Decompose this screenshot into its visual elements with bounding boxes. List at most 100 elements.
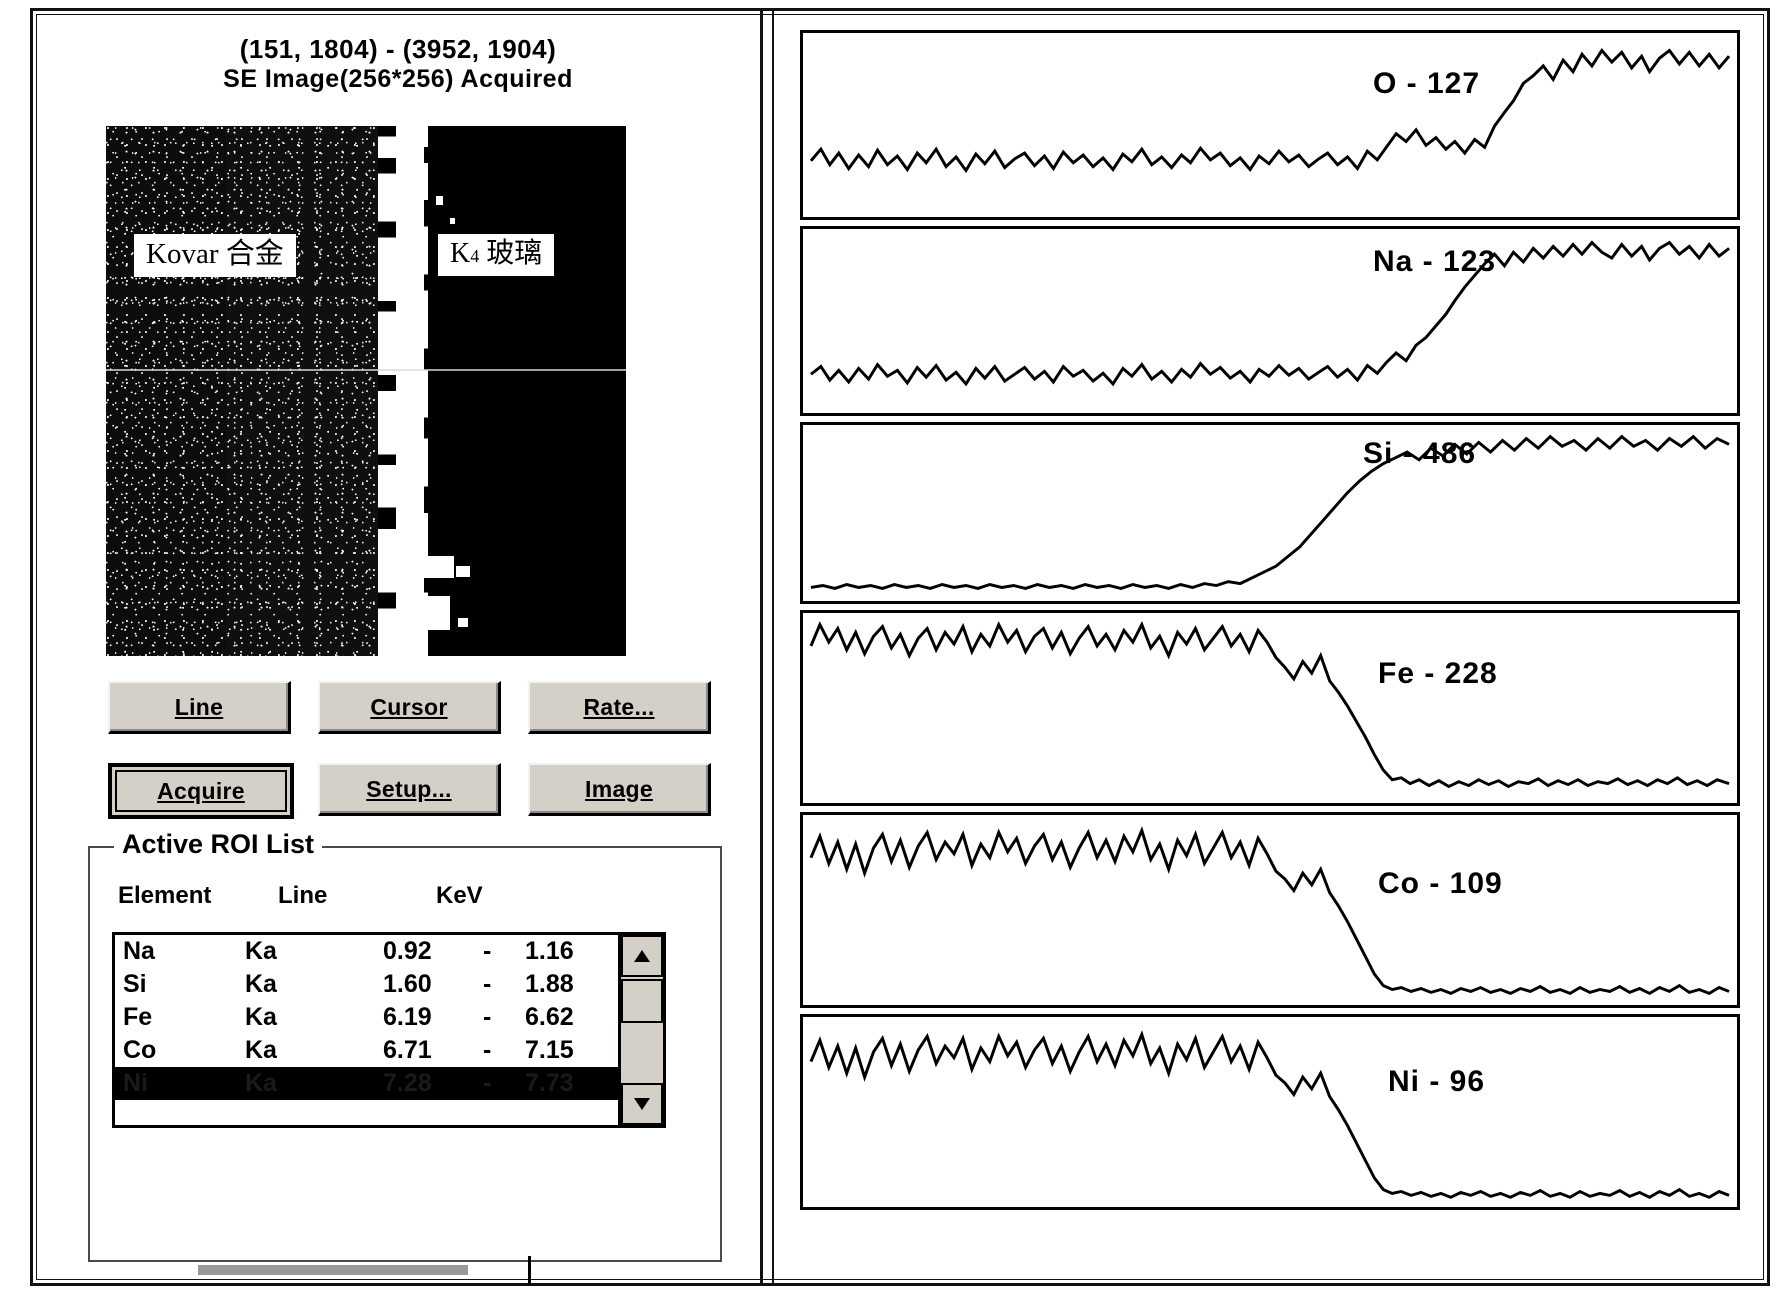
sem-speck <box>450 218 455 224</box>
triangle-down-glyph <box>634 1098 650 1110</box>
dialog-title-line2: SE Image(256*256) Acquired <box>223 64 573 93</box>
profile-na-label: Na - 123 <box>1373 245 1497 278</box>
panel-divider-left <box>760 8 763 1286</box>
profile-si[interactable]: Si - 486 <box>800 422 1740 604</box>
roi-scrollbar[interactable] <box>618 935 663 1125</box>
sem-speck <box>456 566 470 577</box>
profile-si-trace <box>810 434 1730 590</box>
row-line: Ka <box>245 970 277 998</box>
row-element: Na <box>123 937 155 965</box>
row-kev-high: 7.15 <box>525 1036 574 1064</box>
sem-image-panel[interactable]: Kovar 合金 K4 玻璃 <box>106 126 626 656</box>
acquire-button-label: Acquire <box>157 777 245 804</box>
row-kev-high: 6.62 <box>525 1003 574 1031</box>
sem-speck <box>436 196 443 205</box>
dialog-title: (151, 1804) - (3952, 1904) SE Image(256*… <box>48 34 748 94</box>
row-element: Ni <box>123 1069 148 1097</box>
column-header-element: Element <box>118 882 212 909</box>
sem-label-glass-prefix: K <box>450 238 471 269</box>
button-row-2: Acquire Setup... Image <box>102 763 711 821</box>
acquisition-dialog: (151, 1804) - (3952, 1904) SE Image(256*… <box>48 18 748 1284</box>
sem-label-glass-suffix: 玻璃 <box>479 238 543 269</box>
line-button[interactable]: Line <box>108 681 291 734</box>
sem-interface-band <box>378 126 444 656</box>
profile-na[interactable]: Na - 123 <box>800 226 1740 416</box>
row-kev-high: 1.16 <box>525 937 574 965</box>
sem-speck <box>458 618 468 627</box>
profile-o[interactable]: O - 127 <box>800 30 1740 220</box>
line-profile-panel: O - 127 Na - 123 Si - 486 Fe - 228 Co - … <box>800 30 1740 1270</box>
sem-speck <box>402 530 420 544</box>
sem-label-kovar: Kovar 合金 <box>134 234 296 277</box>
cursor-button-label: Cursor <box>370 693 448 720</box>
profile-fe-trace <box>809 620 1730 789</box>
row-dash: - <box>483 1069 492 1097</box>
rate-button[interactable]: Rate... <box>528 681 711 734</box>
acquire-button[interactable]: Acquire <box>108 763 294 819</box>
sem-dark-region <box>106 126 226 656</box>
sem-speck <box>406 596 450 630</box>
row-dash: - <box>483 970 492 998</box>
column-header-kev: KeV <box>436 882 483 909</box>
setup-button[interactable]: Setup... <box>318 763 501 816</box>
dialog-title-line1: (151, 1804) - (3952, 1904) <box>239 34 557 64</box>
profile-fe-label: Fe - 228 <box>1378 657 1498 690</box>
row-dash: - <box>483 1036 492 1064</box>
row-kev-low: 0.92 <box>383 937 432 965</box>
profile-na-trace <box>810 240 1730 387</box>
group-title: Active ROI List <box>114 829 323 860</box>
row-element: Co <box>123 1036 157 1064</box>
screenshot-root: (151, 1804) - (3952, 1904) SE Image(256*… <box>0 0 1792 1296</box>
active-roi-list-group: Active ROI List Element Line KeV Na Ka 0… <box>88 829 722 1262</box>
image-button[interactable]: Image <box>528 763 711 816</box>
column-header-line: Line <box>278 882 328 909</box>
row-kev-low: 6.19 <box>383 1003 432 1031</box>
profile-co[interactable]: Co - 109 <box>800 812 1740 1008</box>
profile-si-label: Si - 486 <box>1363 437 1477 470</box>
triangle-up-glyph <box>634 950 650 962</box>
row-kev-low: 1.60 <box>383 970 432 998</box>
table-row-selected[interactable]: Ni Ka 7.28 - 7.73 <box>115 1067 663 1100</box>
roi-column-headers: Element Line KeV <box>118 882 678 916</box>
profile-o-label: O - 127 <box>1373 67 1481 100</box>
row-line: Ka <box>245 1069 277 1097</box>
rate-button-label: Rate... <box>583 693 655 720</box>
row-kev-high: 1.88 <box>525 970 574 998</box>
scrollbar-thumb[interactable] <box>621 979 663 1023</box>
table-row[interactable]: Fe Ka 6.19 - 6.62 <box>115 1001 663 1034</box>
profile-co-label: Co - 109 <box>1378 867 1503 900</box>
row-dash: - <box>483 1003 492 1031</box>
line-button-label: Line <box>174 693 224 720</box>
sem-speck <box>424 556 454 578</box>
table-row[interactable]: Na Ka 0.92 - 1.16 <box>115 935 663 968</box>
scrollbar-tick <box>528 1256 531 1284</box>
table-row[interactable]: Si Ka 1.60 - 1.88 <box>115 968 663 1001</box>
sem-scan-line <box>106 369 626 371</box>
row-element: Si <box>123 970 147 998</box>
sem-label-glass-sub: 4 <box>470 246 480 266</box>
panel-divider-right <box>772 8 774 1286</box>
profile-fe[interactable]: Fe - 228 <box>800 610 1740 806</box>
setup-button-label: Setup... <box>366 775 452 802</box>
table-row[interactable]: Co Ka 6.71 - 7.15 <box>115 1034 663 1067</box>
row-kev-low: 7.28 <box>383 1069 432 1097</box>
horizontal-scrollbar[interactable] <box>198 1265 468 1275</box>
profile-o-trace <box>809 47 1731 174</box>
roi-listbox[interactable]: Na Ka 0.92 - 1.16 Si Ka 1.60 - 1.88 Fe K… <box>112 932 666 1128</box>
triangle-down-icon[interactable] <box>621 1083 663 1125</box>
profile-co-trace <box>809 826 1730 996</box>
sem-image: Kovar 合金 K4 玻璃 <box>106 126 626 656</box>
button-row-1: Line Cursor Rate... <box>102 681 711 739</box>
row-line: Ka <box>245 1003 277 1031</box>
row-line: Ka <box>245 1036 277 1064</box>
sem-label-glass: K4 玻璃 <box>438 234 555 276</box>
row-element: Fe <box>123 1003 153 1031</box>
row-dash: - <box>483 937 492 965</box>
triangle-up-icon[interactable] <box>621 935 663 977</box>
row-kev-high: 7.73 <box>525 1069 574 1097</box>
profile-ni-trace <box>809 1030 1730 1199</box>
cursor-button[interactable]: Cursor <box>318 681 501 734</box>
image-button-label: Image <box>585 775 653 802</box>
profile-ni-label: Ni - 96 <box>1388 1065 1486 1098</box>
profile-ni[interactable]: Ni - 96 <box>800 1014 1740 1210</box>
